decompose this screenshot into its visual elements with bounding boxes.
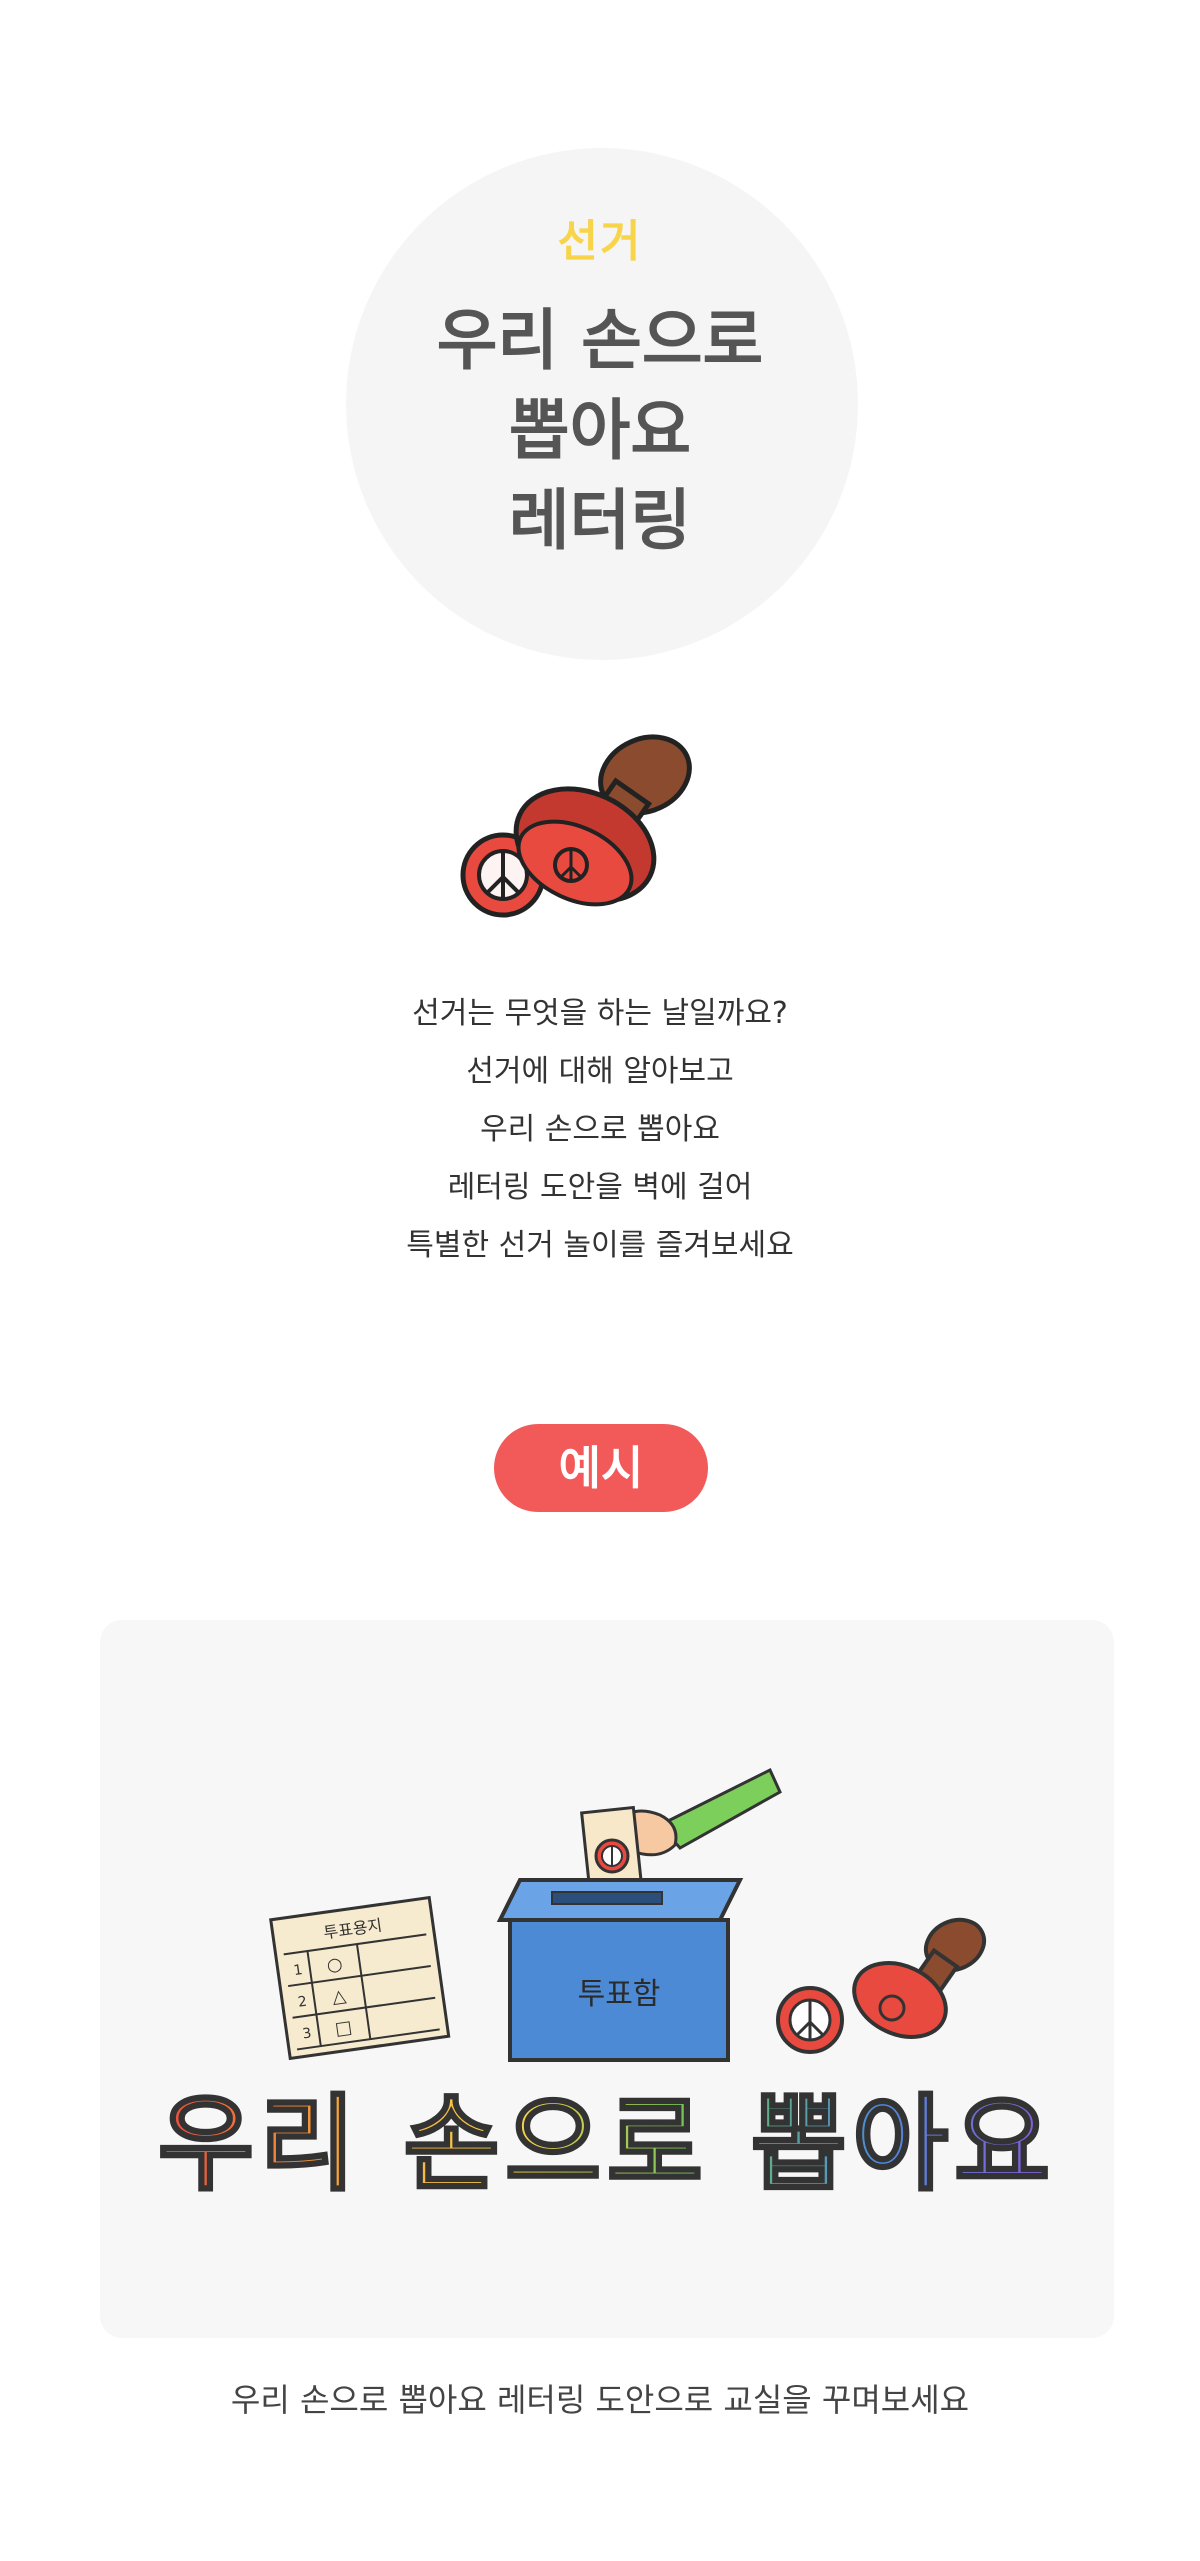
example-badge: 예시	[494, 1424, 708, 1512]
ballot-paper-icon: 투표용지 1 2 3 ○ △ □	[269, 1895, 451, 2061]
ballot-mark: ○	[325, 1953, 343, 1976]
hero-category: 선거	[557, 216, 643, 267]
lettering-title: 우리 손으로 뽑아요	[158, 2083, 1056, 2205]
hero-title-line: 뽑아요	[508, 392, 692, 469]
intro-line: 선거에 대해 알아보고	[466, 1054, 734, 1089]
hand-icon	[617, 1767, 782, 1857]
ballot-box-label: 투표함	[578, 1977, 661, 2012]
intro-line: 레터링 도안을 벽에 걸어	[447, 1170, 753, 1205]
stamp-icon	[852, 1917, 987, 2039]
ballot-box-icon: 투표함	[496, 1878, 744, 2062]
peace-mark-icon	[776, 1986, 844, 2054]
ballot-mark: □	[334, 2017, 354, 2040]
hero-title: 우리 손으로 뽑아요 레터링	[0, 296, 1200, 566]
example-caption: 우리 손으로 뽑아요 레터링 도안으로 교실을 꾸며보세요	[230, 2381, 970, 2419]
intro-line: 선거는 무엇을 하는 날일까요?	[412, 996, 788, 1031]
election-stamp-illustration	[460, 734, 692, 918]
example-illustration: 투표함 투표용지 1 2 3 ○ △ □ 우리 손으로 뽑아요	[157, 1767, 1056, 2207]
hero-title-line: 레터링	[508, 482, 692, 559]
hero-title-line: 우리 손으로	[436, 302, 764, 379]
intro-text: 선거는 무엇을 하는 날일까요? 선거에 대해 알아보고 우리 손으로 뽑아요 …	[0, 985, 1200, 1275]
intro-line: 우리 손으로 뽑아요	[480, 1112, 720, 1147]
intro-line: 특별한 선거 놀이를 즐겨보세요	[406, 1228, 794, 1263]
